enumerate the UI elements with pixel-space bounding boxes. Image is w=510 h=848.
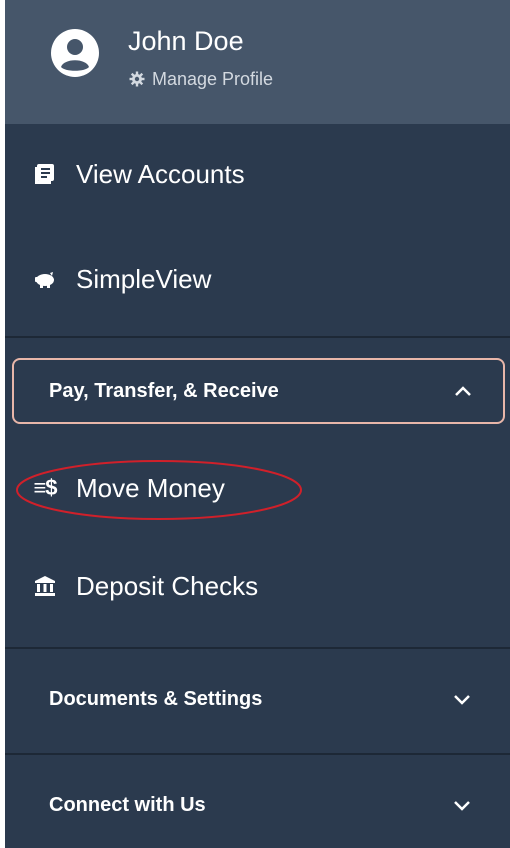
section-label: Connect with Us xyxy=(49,793,206,816)
divider xyxy=(5,336,510,338)
chevron-down-icon xyxy=(454,695,470,705)
section-documents-settings[interactable]: Documents & Settings xyxy=(5,651,510,747)
user-circle-icon[interactable] xyxy=(49,27,101,79)
nav-item-simpleview[interactable]: SimpleView xyxy=(5,224,510,334)
bank-icon xyxy=(32,573,58,599)
chevron-up-icon xyxy=(455,386,471,396)
nav-item-label: Deposit Checks xyxy=(76,570,259,601)
section-label: Documents & Settings xyxy=(49,687,263,710)
section-label: Pay, Transfer, & Receive xyxy=(49,379,279,402)
section-connect-with-us[interactable]: Connect with Us xyxy=(5,757,510,848)
nav-item-label: View Accounts xyxy=(76,158,245,189)
profile-name: John Doe xyxy=(128,26,244,56)
chevron-down-icon xyxy=(454,801,470,811)
annotation-ellipse xyxy=(16,460,302,520)
gear-icon xyxy=(129,71,145,87)
nav-item-deposit-checks[interactable]: Deposit Checks xyxy=(5,536,510,636)
section-pay-transfer-receive[interactable]: Pay, Transfer, & Receive xyxy=(12,358,505,424)
piggy-bank-icon xyxy=(32,266,58,292)
manage-profile-link[interactable]: Manage Profile xyxy=(129,67,273,91)
nav-item-view-accounts[interactable]: View Accounts xyxy=(5,124,510,224)
divider xyxy=(5,753,510,755)
divider xyxy=(5,647,510,649)
ledger-icon xyxy=(32,161,58,187)
side-navigation: John Doe Manage Profile View Accounts Si… xyxy=(5,0,510,848)
manage-profile-label: Manage Profile xyxy=(152,69,274,89)
profile-header: John Doe Manage Profile xyxy=(5,0,510,124)
nav-item-label: SimpleView xyxy=(76,263,212,294)
